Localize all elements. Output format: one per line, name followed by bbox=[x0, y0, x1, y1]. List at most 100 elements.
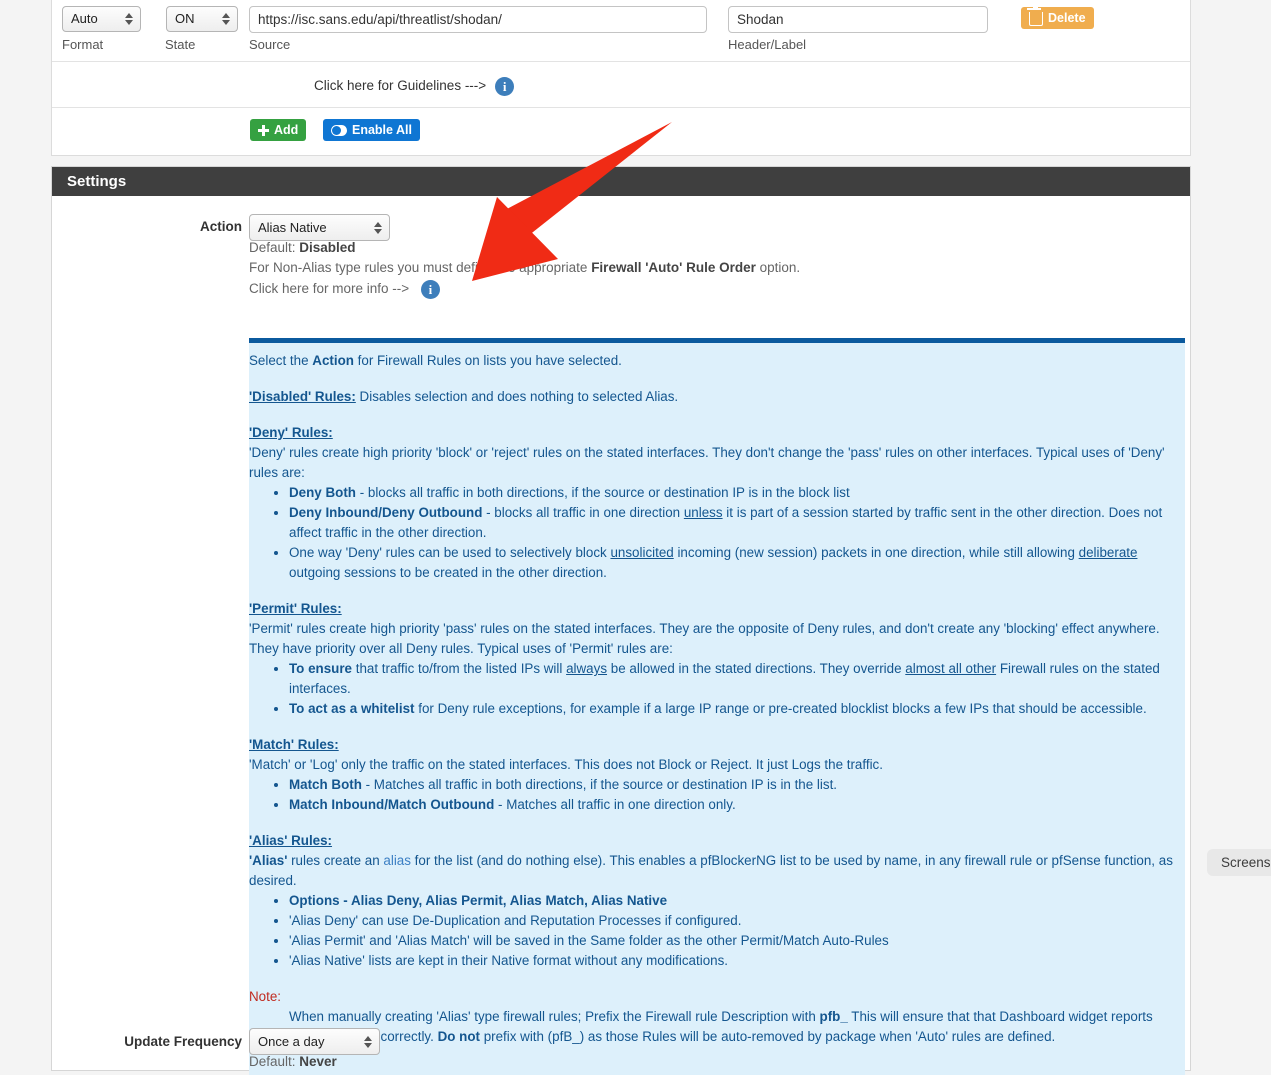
plus-icon bbox=[258, 124, 269, 136]
help-deny-intro: 'Deny' rules create high priority 'block… bbox=[249, 445, 1165, 480]
help-permit-b1-a: that traffic to/from the listed IPs will bbox=[352, 661, 567, 676]
trash-icon bbox=[1027, 5, 1043, 26]
action-info-icon[interactable]: i bbox=[420, 280, 440, 299]
help-alias-item: Options - Alias Deny, Alias Permit, Alia… bbox=[289, 891, 1173, 911]
help-intro-bold: Action bbox=[312, 353, 354, 368]
header-label-input[interactable]: Shodan bbox=[728, 6, 988, 33]
action-default-prefix: Default: bbox=[249, 240, 300, 255]
action-label: Action bbox=[200, 219, 242, 234]
source-entry-row: Auto Format ON State https://isc.sans.ed… bbox=[52, 0, 1190, 62]
help-alias-intro: 'Alias' rules create an alias for the li… bbox=[249, 851, 1173, 891]
help-permit-b2-bold: To act as a whitelist bbox=[289, 701, 415, 716]
help-permit-b1-b: be allowed in the stated directions. The… bbox=[607, 661, 906, 676]
update-frequency-value: Once a day bbox=[258, 1034, 325, 1049]
help-match-hdr: 'Match' Rules: bbox=[249, 737, 339, 752]
help-intro-post: for Firewall Rules on lists you have sel… bbox=[353, 353, 622, 368]
help-deny-b3-b: incoming (new session) packets in one di… bbox=[673, 545, 1079, 560]
action-help-box: Select the Action for Firewall Rules on … bbox=[249, 338, 1185, 1075]
chevron-updown-icon bbox=[364, 1034, 373, 1050]
help-note-bold2: Do not bbox=[437, 1029, 480, 1044]
action-select[interactable]: Alias Native bbox=[249, 214, 390, 241]
help-note-a: When manually creating 'Alias' type fire… bbox=[289, 1009, 820, 1024]
help-deny-b2-bold: Deny Inbound/Deny Outbound bbox=[289, 505, 483, 520]
help-alias-hdr: 'Alias' Rules: bbox=[249, 833, 333, 848]
toggle-icon bbox=[331, 124, 347, 136]
update-frequency-default-prefix: Default: bbox=[249, 1054, 300, 1069]
help-alias-item: 'Alias Deny' can use De-Duplication and … bbox=[289, 911, 1173, 931]
action-note-pre: For Non-Alias type rules you must define… bbox=[249, 260, 592, 275]
chevron-updown-icon bbox=[125, 11, 134, 27]
help-intro: Select the Action for Firewall Rules on … bbox=[249, 351, 1173, 371]
help-permit-item: To act as a whitelist for Deny rule exce… bbox=[289, 699, 1173, 719]
help-deny-b1-rest: - blocks all traffic in both directions,… bbox=[355, 485, 850, 500]
page-root: Auto Format ON State https://isc.sans.ed… bbox=[0, 0, 1271, 1075]
delete-button-label: Delete bbox=[1048, 11, 1086, 25]
help-deny-hdr: 'Deny' Rules: bbox=[249, 425, 333, 440]
help-match-b1-rest: - Matches all traffic in both directions… bbox=[361, 777, 838, 792]
action-default-value: Disabled bbox=[299, 240, 356, 255]
help-match-b2-rest: - Matches all traffic in one direction o… bbox=[494, 797, 736, 812]
help-alias-list: Options - Alias Deny, Alias Permit, Alia… bbox=[249, 891, 1173, 971]
help-permit-b1-bold: To ensure bbox=[289, 661, 352, 676]
guidelines-row: Click here for Guidelines ---> i bbox=[52, 62, 1190, 108]
action-more-info-line: Click here for more info --> i bbox=[249, 280, 440, 299]
help-deny-b3-c: outgoing sessions to be created in the o… bbox=[289, 565, 607, 580]
update-frequency-select[interactable]: Once a day bbox=[249, 1028, 380, 1055]
help-match-list: Match Both - Matches all traffic in both… bbox=[249, 775, 1173, 815]
help-match-item: Match Both - Matches all traffic in both… bbox=[289, 775, 1173, 795]
action-note-line: For Non-Alias type rules you must define… bbox=[249, 260, 800, 275]
screenshot-tooltip-badge: Screenshot bbox=[1207, 849, 1271, 876]
alias-link[interactable]: alias bbox=[383, 853, 411, 868]
help-deny-item: Deny Inbound/Deny Outbound - blocks all … bbox=[289, 503, 1173, 543]
add-button-label: Add bbox=[274, 123, 299, 137]
action-select-value: Alias Native bbox=[258, 220, 327, 235]
help-permit-b1-u2: almost all other bbox=[905, 661, 997, 676]
help-deny-b3-u2: deliberate bbox=[1078, 545, 1138, 560]
help-note-hdr-wrap: Note: bbox=[249, 987, 1173, 1007]
help-match-b1-bold: Match Both bbox=[289, 777, 362, 792]
list-actions-row: Add Enable All bbox=[52, 108, 1190, 154]
help-intro-pre: Select the bbox=[249, 353, 313, 368]
help-deny-b2-u: unless bbox=[683, 505, 723, 520]
format-label: Format bbox=[62, 37, 104, 52]
header-label-value: Shodan bbox=[737, 12, 784, 27]
help-disabled: 'Disabled' Rules: Disables selection and… bbox=[249, 387, 1173, 407]
help-note-body: When manually creating 'Alias' type fire… bbox=[249, 1007, 1173, 1047]
source-list-panel: Auto Format ON State https://isc.sans.ed… bbox=[51, 0, 1191, 156]
action-note-post: option. bbox=[755, 260, 801, 275]
help-permit-intro: 'Permit' rules create high priority 'pas… bbox=[249, 621, 1160, 656]
source-input-value: https://isc.sans.edu/api/threatlist/shod… bbox=[258, 12, 502, 27]
help-permit-b1-u1: always bbox=[566, 661, 608, 676]
update-frequency-default-line: Default: Never bbox=[249, 1054, 337, 1069]
action-more-info-label: Click here for more info --> bbox=[249, 281, 410, 297]
help-permit-hdr-wrap: 'Permit' Rules: bbox=[249, 599, 1173, 619]
help-deny-item: One way 'Deny' rules can be used to sele… bbox=[289, 543, 1173, 583]
delete-button[interactable]: Delete bbox=[1021, 5, 1094, 29]
state-select[interactable]: ON bbox=[166, 6, 238, 32]
help-alias-b1: Options - Alias Deny, Alias Permit, Alia… bbox=[289, 893, 668, 908]
help-deny-b1-bold: Deny Both bbox=[289, 485, 356, 500]
settings-panel: Settings Action Alias Native Default: Di… bbox=[51, 166, 1191, 1075]
enable-all-button-label: Enable All bbox=[352, 123, 412, 137]
source-label: Source bbox=[249, 37, 291, 52]
state-label: State bbox=[165, 37, 196, 52]
update-frequency-label: Update Frequency bbox=[124, 1034, 242, 1049]
help-deny-item: Deny Both - blocks all traffic in both d… bbox=[289, 483, 1173, 503]
help-deny-b3-u1: unsolicited bbox=[610, 545, 674, 560]
header-label-caption: Header/Label bbox=[728, 37, 807, 52]
add-button[interactable]: Add bbox=[250, 119, 307, 141]
help-alias-item: 'Alias Permit' and 'Alias Match' will be… bbox=[289, 931, 1173, 951]
help-match-b2-bold: Match Inbound/Match Outbound bbox=[289, 797, 495, 812]
source-input[interactable]: https://isc.sans.edu/api/threatlist/shod… bbox=[249, 6, 707, 33]
help-alias-intro-a: rules create an bbox=[287, 853, 384, 868]
help-deny-b2-a: - blocks all traffic in one direction bbox=[482, 505, 684, 520]
enable-all-button[interactable]: Enable All bbox=[323, 119, 420, 141]
format-select[interactable]: Auto bbox=[62, 6, 141, 32]
chevron-updown-icon bbox=[222, 11, 231, 27]
guidelines-info-icon[interactable]: i bbox=[495, 77, 515, 96]
help-alias-item: 'Alias Native' lists are kept in their N… bbox=[289, 951, 1173, 971]
help-match-item: Match Inbound/Match Outbound - Matches a… bbox=[289, 795, 1173, 815]
guidelines-text-wrap: Click here for Guidelines ---> i bbox=[314, 77, 515, 96]
help-permit-list: To ensure that traffic to/from the liste… bbox=[249, 659, 1173, 719]
action-note-bold: Firewall 'Auto' Rule Order bbox=[591, 260, 756, 275]
